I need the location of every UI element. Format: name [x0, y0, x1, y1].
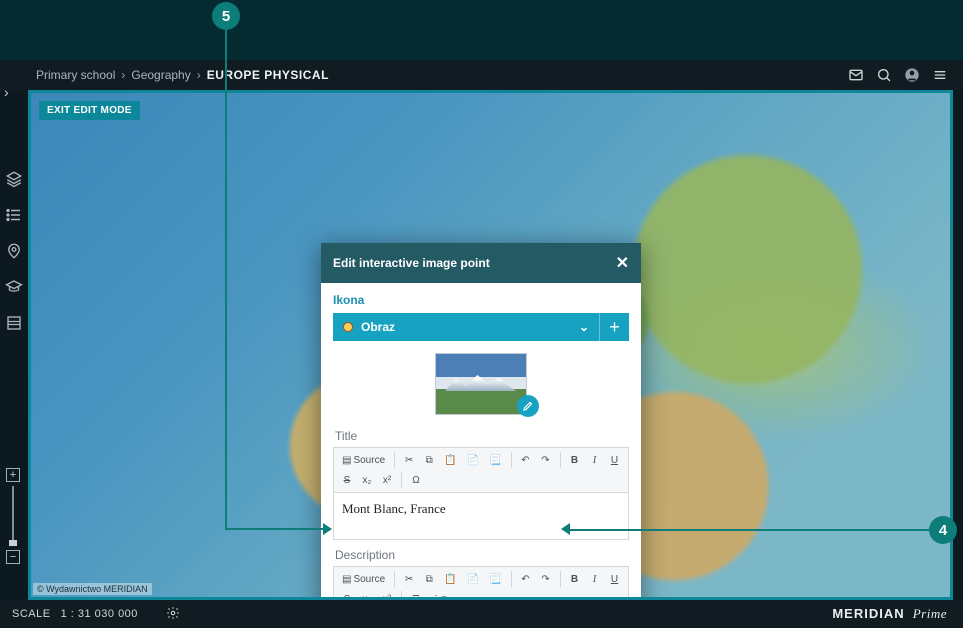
callout-5-line-vertical — [225, 30, 227, 530]
tool-copy-button[interactable]: ⧉ — [420, 451, 438, 469]
tool2-bold-button[interactable]: B — [566, 570, 584, 588]
brand-product: Prime — [913, 606, 947, 621]
tool-paste-text-button[interactable]: 📄 — [463, 451, 483, 469]
scale-label: SCALE — [12, 608, 51, 620]
ikona-dot-icon — [343, 322, 353, 332]
callout-5-line-horizontal — [225, 528, 325, 530]
thumbnail-edit-button[interactable] — [517, 395, 539, 417]
tool2-underline-button[interactable]: U — [606, 570, 624, 588]
search-icon[interactable] — [873, 64, 895, 86]
description-toolbar: ▤ Source ✂ ⧉ 📋 📄 📃 ↶ ↷ B I U S x₂ x² ≣ ⋮… — [333, 566, 629, 600]
callout-badge-4-label: 4 — [939, 522, 947, 539]
modal-close-button[interactable]: ✕ — [616, 253, 629, 273]
tool2-paste-word-button[interactable]: 📃 — [485, 570, 505, 588]
list-icon[interactable] — [5, 206, 23, 224]
tool-omega-button[interactable]: Ω — [407, 471, 425, 489]
tool2-source-button[interactable]: ▤ Source — [338, 570, 389, 588]
brand-name: MERIDIAN — [832, 606, 904, 621]
title-input[interactable]: Mont Blanc, France — [333, 493, 629, 540]
brand-logo: MERIDIAN Prime — [832, 606, 947, 622]
zoom-track[interactable] — [12, 486, 14, 546]
ikona-row: Obraz ⌄ + — [333, 313, 629, 341]
tool2-superscript-button[interactable]: x² — [378, 590, 396, 600]
breadcrumb-level1[interactable]: Primary school — [36, 68, 115, 82]
breadcrumb-sep-1: › — [121, 68, 125, 82]
tool2-numbers-button[interactable]: ⋮≡ — [427, 590, 451, 600]
mail-icon[interactable] — [845, 64, 867, 86]
tool2-strike-button[interactable]: S — [338, 590, 356, 600]
chevron-down-icon: ⌄ — [579, 320, 589, 334]
callout-badge-4: 4 — [929, 516, 957, 544]
bottombar: SCALE 1 : 31 030 000 MERIDIAN Prime — [0, 600, 963, 628]
tool2-cut-button[interactable]: ✂ — [400, 570, 418, 588]
tool-bold-button[interactable]: B — [566, 451, 584, 469]
ikona-select-value: Obraz — [361, 320, 395, 334]
topbar: Primary school › Geography › EUROPE PHYS… — [0, 60, 963, 90]
thumbnail-image — [435, 353, 527, 415]
layers-icon[interactable] — [5, 170, 23, 188]
ikona-select[interactable]: Obraz ⌄ — [333, 313, 599, 341]
tool2-source-label: Source — [353, 574, 385, 585]
breadcrumb-sep-2: › — [197, 68, 201, 82]
tool2-italic-button[interactable]: I — [586, 570, 604, 588]
edit-point-modal: Edit interactive image point ✕ Ikona Obr… — [321, 243, 641, 600]
description-label: Description — [335, 548, 627, 562]
user-icon[interactable] — [901, 64, 923, 86]
scale-value: 1 : 31 030 000 — [61, 608, 138, 620]
tool-source-label: Source — [353, 455, 385, 466]
grid-icon[interactable] — [5, 314, 23, 332]
modal-header: Edit interactive image point ✕ — [321, 243, 641, 283]
ikona-add-button[interactable]: + — [599, 313, 629, 341]
callout-badge-5: 5 — [212, 2, 240, 30]
breadcrumb-level2[interactable]: Geography — [131, 68, 190, 82]
tool-cut-button[interactable]: ✂ — [400, 451, 418, 469]
tool-superscript-button[interactable]: x² — [378, 471, 396, 489]
tool-paste-word-button[interactable]: 📃 — [485, 451, 505, 469]
callout-5-arrowhead — [323, 523, 332, 535]
map-viewport[interactable]: EXIT EDIT MODE © Wydawnictwo MERIDIAN Ed… — [28, 90, 953, 600]
tool-italic-button[interactable]: I — [586, 451, 604, 469]
callout-badge-5-label: 5 — [222, 8, 230, 25]
zoom-out-button[interactable]: − — [6, 550, 20, 564]
tool2-bullets-button[interactable]: ≣ — [407, 590, 425, 600]
callout-4-arrowhead — [561, 523, 570, 535]
tool-redo-button[interactable]: ↷ — [537, 451, 555, 469]
section-header-ikona: Ikona — [333, 293, 629, 307]
graduation-icon[interactable] — [5, 278, 23, 296]
tool2-paste-text-button[interactable]: 📄 — [463, 570, 483, 588]
title-toolbar: ▤ Source ✂ ⧉ 📋 📄 📃 ↶ ↷ B I U S x₂ x² Ω — [333, 447, 629, 493]
pin-icon[interactable] — [5, 242, 23, 260]
tool-source-button[interactable]: ▤ Source — [338, 451, 389, 469]
tool-subscript-button[interactable]: x₂ — [358, 471, 376, 489]
map-copyright: © Wydawnictwo MERIDIAN — [33, 583, 152, 595]
tool-strike-button[interactable]: S — [338, 471, 356, 489]
app-window: « › Primary school › Geography › EUROPE … — [0, 60, 963, 628]
menu-icon[interactable] — [929, 64, 951, 86]
zoom-control: + − — [6, 464, 20, 568]
exit-edit-mode-button[interactable]: EXIT EDIT MODE — [39, 101, 140, 120]
title-label: Title — [335, 429, 627, 443]
tool2-paste-button[interactable]: 📋 — [440, 570, 460, 588]
tool-paste-button[interactable]: 📋 — [440, 451, 460, 469]
tool2-redo-button[interactable]: ↷ — [537, 570, 555, 588]
modal-title: Edit interactive image point — [333, 256, 490, 270]
thumbnail-wrapper — [321, 341, 641, 421]
tool2-subscript-button[interactable]: x₂ — [358, 590, 376, 600]
tool2-copy-button[interactable]: ⧉ — [420, 570, 438, 588]
tool-underline-button[interactable]: U — [606, 451, 624, 469]
zoom-thumb[interactable] — [9, 540, 17, 546]
tool2-undo-button[interactable]: ↶ — [517, 570, 535, 588]
tool-undo-button[interactable]: ↶ — [517, 451, 535, 469]
zoom-in-button[interactable]: + — [6, 468, 20, 482]
settings-gear-icon[interactable] — [166, 606, 180, 623]
callout-4-line — [569, 529, 929, 531]
